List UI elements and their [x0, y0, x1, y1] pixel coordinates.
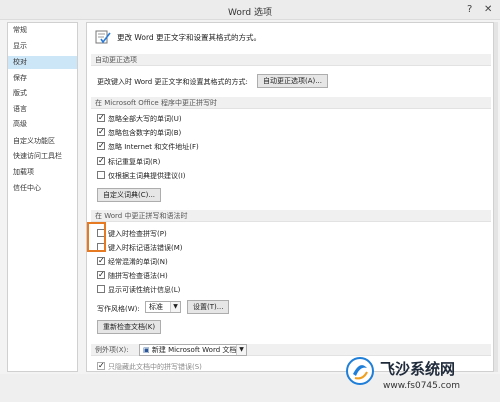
checkbox-icon[interactable]: [97, 255, 105, 266]
check-label: 仅根据主词典提供建议(I): [108, 172, 186, 180]
check-ignore-uppercase[interactable]: 忽略全部大写的单词(U): [97, 112, 182, 125]
check-confused-words[interactable]: 经常混淆的单词(N): [97, 255, 168, 268]
section-autocorrect: 自动更正选项: [91, 54, 491, 66]
watermark-url: www.fs0745.com: [383, 381, 460, 391]
writing-style-dropdown[interactable]: 标准 ▼: [145, 301, 181, 313]
exceptions-label: 例外项(X):: [95, 346, 129, 354]
check-label: 键入时标记语法错误(M): [108, 244, 183, 252]
sidebar-item-trust-center[interactable]: 信任中心: [8, 182, 77, 195]
grammar-settings-button[interactable]: 设置(T)...: [187, 300, 230, 314]
check-grammar-as-you-type[interactable]: 键入时标记语法错误(M): [97, 243, 183, 254]
check-label: 随拼写检查语法(H): [108, 272, 168, 280]
help-button[interactable]: ?: [467, 4, 472, 15]
custom-dictionaries-button[interactable]: 自定义词典(C)...: [97, 188, 162, 202]
title-bar: Word 选项 ? ✕: [0, 0, 500, 20]
autocorrect-options-button[interactable]: 自动更正选项(A)...: [257, 74, 328, 88]
sidebar-item-addins[interactable]: 加载项: [8, 166, 77, 179]
chevron-down-icon: ▼: [170, 302, 180, 312]
check-grammar-with-spelling[interactable]: 随拼写检查语法(H): [97, 269, 168, 282]
checkbox-icon[interactable]: [97, 285, 105, 293]
checkbox-icon[interactable]: [97, 360, 105, 371]
proofing-panel: 更改 Word 更正文字和设置其格式的方式。 自动更正选项 更改键入时 Word…: [86, 22, 494, 372]
proofing-header-icon: [95, 30, 111, 44]
checkbox-icon[interactable]: [97, 171, 105, 179]
check-label: 标记重复单词(R): [108, 158, 161, 166]
section-word-spelling: 在 Word 中更正拼写和语法时: [91, 210, 491, 222]
check-label: 键入时检查拼写(P): [108, 230, 167, 238]
watermark-logo-icon: [346, 357, 374, 385]
check-label: 显示可读性统计信息(L): [108, 286, 181, 294]
sidebar-item-language[interactable]: 语言: [8, 103, 77, 116]
sidebar-item-advanced[interactable]: 高级: [8, 118, 77, 131]
check-spelling-as-you-type[interactable]: 键入时检查拼写(P): [97, 229, 167, 240]
check-label: 忽略全部大写的单词(U): [108, 115, 182, 123]
check-label: 只隐藏此文档中的拼写错误(S): [108, 363, 202, 371]
check-label: 经常混淆的单词(N): [108, 258, 168, 266]
sidebar-item-customize-ribbon[interactable]: 自定义功能区: [8, 135, 77, 148]
check-ignore-internet[interactable]: 忽略 Internet 和文件地址(F): [97, 140, 199, 153]
checkbox-icon[interactable]: [97, 112, 105, 123]
section-office-spelling: 在 Microsoft Office 程序中更正拼写时: [91, 97, 491, 109]
exceptions-document-value: 新建 Microsoft Word 文档: [151, 346, 237, 354]
check-label: 忽略 Internet 和文件地址(F): [108, 143, 199, 151]
writing-style-label: 写作风格(W):: [97, 305, 140, 313]
word-doc-icon: ▣: [143, 346, 152, 354]
close-button[interactable]: ✕: [484, 4, 492, 15]
window-title: Word 选项: [228, 8, 272, 18]
writing-style-value: 标准: [149, 303, 163, 311]
checkbox-icon[interactable]: [97, 126, 105, 137]
checkbox-icon[interactable]: [97, 269, 105, 280]
sidebar-item-typography[interactable]: 版式: [8, 87, 77, 100]
options-sidebar: 常规 显示 校对 保存 版式 语言 高级 自定义功能区 快速访问工具栏 加载项 …: [7, 22, 78, 372]
exceptions-document-dropdown[interactable]: ▣ 新建 Microsoft Word 文档 ▼: [139, 344, 247, 356]
check-hide-spelling-errors[interactable]: 只隐藏此文档中的拼写错误(S): [97, 360, 202, 371]
checkbox-icon[interactable]: [97, 155, 105, 166]
check-readability[interactable]: 显示可读性统计信息(L): [97, 285, 180, 296]
sidebar-item-quick-access[interactable]: 快速访问工具栏: [8, 150, 77, 163]
sidebar-item-general[interactable]: 常规: [8, 24, 77, 37]
check-main-dictionary[interactable]: 仅根据主词典提供建议(I): [97, 171, 186, 182]
sidebar-item-proofing[interactable]: 校对: [8, 56, 77, 69]
checkbox-icon[interactable]: [97, 140, 105, 151]
watermark-text: 飞沙系统网: [380, 360, 456, 378]
sidebar-item-display[interactable]: 显示: [8, 40, 77, 53]
chevron-down-icon: ▼: [236, 345, 246, 355]
check-flag-repeated[interactable]: 标记重复单词(R): [97, 155, 161, 168]
sidebar-item-save[interactable]: 保存: [8, 72, 77, 85]
scrollbar[interactable]: [494, 22, 498, 372]
check-ignore-numbers[interactable]: 忽略包含数字的单词(B): [97, 126, 182, 139]
highlight-box: [87, 222, 106, 252]
panel-header-text: 更改 Word 更正文字和设置其格式的方式。: [117, 33, 262, 42]
autocorrect-label: 更改键入时 Word 更正文字和设置其格式的方式:: [97, 78, 248, 86]
check-label: 忽略包含数字的单词(B): [108, 129, 182, 137]
recheck-document-button[interactable]: 重新检查文档(K): [97, 320, 162, 334]
